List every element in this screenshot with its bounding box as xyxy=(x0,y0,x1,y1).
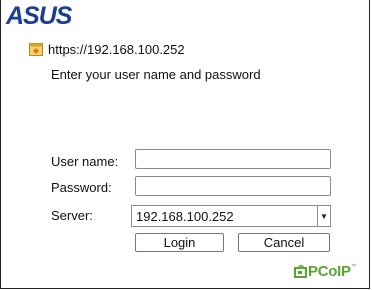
username-label: User name: xyxy=(51,154,119,169)
server-select[interactable]: 192.168.100.252 ▼ xyxy=(131,205,331,227)
svg-text:ASUS: ASUS xyxy=(5,2,73,28)
login-button[interactable]: Login xyxy=(135,233,224,252)
password-label: Password: xyxy=(51,180,112,195)
pcoip-logo: PCoIP ™ xyxy=(294,263,357,280)
server-label: Server: xyxy=(51,208,93,223)
pcoip-icon xyxy=(294,264,307,278)
cancel-button[interactable]: Cancel xyxy=(238,233,330,252)
asus-logo: ASUS xyxy=(5,2,74,28)
chevron-down-icon[interactable]: ▼ xyxy=(317,206,330,226)
login-dialog: ASUS https://192.168.100.252 Enter your … xyxy=(0,0,370,289)
url-row: https://192.168.100.252 xyxy=(29,40,185,58)
username-field[interactable] xyxy=(135,149,331,169)
password-field[interactable] xyxy=(135,176,331,196)
server-url: https://192.168.100.252 xyxy=(48,41,185,57)
pcoip-logo-text: PCoIP xyxy=(308,263,351,280)
web-page-icon xyxy=(29,42,43,56)
server-value: 192.168.100.252 xyxy=(136,208,234,224)
pcoip-trademark: ™ xyxy=(350,263,357,270)
login-prompt: Enter your user name and password xyxy=(51,67,261,82)
